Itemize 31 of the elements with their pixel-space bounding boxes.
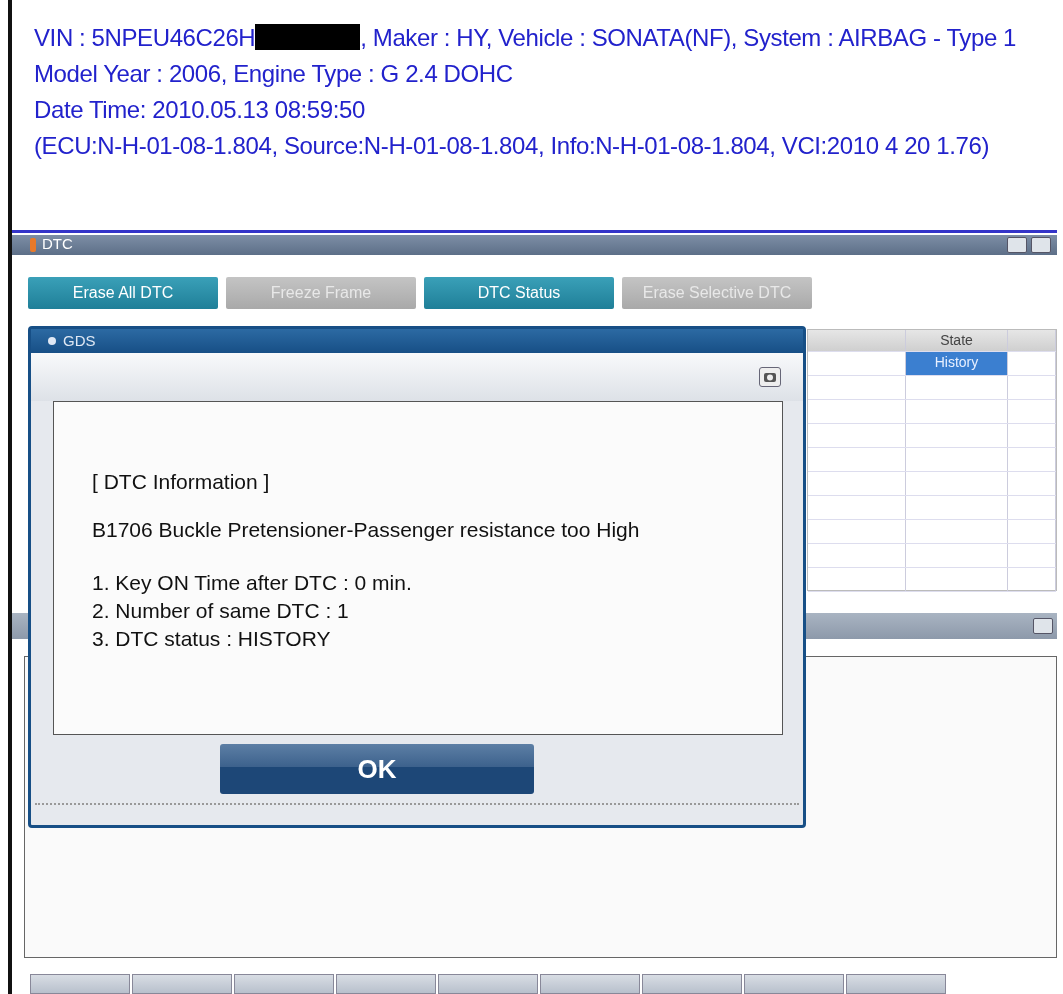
toolbar-button[interactable] (846, 974, 946, 994)
toolbar-button[interactable] (642, 974, 742, 994)
vehicle-info-text: (ECU:N-H-01-08-1.804, Source:N-H-01-08-1.804, Info:N-H-01-08-1.804, VCI:2010 4 20 1.76) (34, 131, 990, 161)
message-text: B1706 Buckle Pretensioner-Passenger resistance too High (92, 516, 641, 543)
toolbar-button[interactable] (30, 974, 130, 994)
window-icon[interactable] (1033, 618, 1053, 634)
vehicle-info-text: VIN : 5NPEU46C26H (34, 24, 256, 51)
vehicle-info-text: Model Year : 2006, Engine Type : G 2.4 DOHC (34, 59, 514, 89)
toolbar-button[interactable] (132, 974, 232, 994)
toolbar-button[interactable] (438, 974, 538, 994)
message-text: 1. Key ON Time after DTC : 0 min. (92, 570, 413, 596)
message-text: 3. DTC status : HISTORY (92, 626, 332, 652)
vehicle-info-text: , Maker : HY, Vehicle : SONATA(NF), System : AIRBAG - Type 1 (360, 24, 1017, 51)
toolbar-button[interactable] (234, 974, 334, 994)
table-cell[interactable]: History (906, 352, 1008, 376)
app-icon (47, 336, 57, 346)
dtc-button[interactable]: Erase All DTC (28, 276, 218, 309)
window-icon[interactable] (1031, 236, 1051, 253)
column-header: State (906, 330, 1008, 352)
panel-title: DTC (42, 234, 73, 255)
vehicle-info-text: Date Time: 2010.05.13 08:59:50 (34, 95, 366, 125)
toolbar-button[interactable] (540, 974, 640, 994)
marker-icon (30, 237, 36, 252)
message-heading: [ DTC Information ] (92, 469, 271, 495)
toolbar-button[interactable] (336, 974, 436, 994)
dtc-button[interactable]: DTC Status (424, 276, 614, 309)
camera-icon[interactable] (759, 367, 781, 387)
dialog-title: GDS (63, 330, 96, 351)
message-text: 2. Number of same DTC : 1 (92, 598, 350, 624)
ok-button[interactable]: OK (220, 744, 534, 794)
toolbar-button[interactable] (744, 974, 844, 994)
